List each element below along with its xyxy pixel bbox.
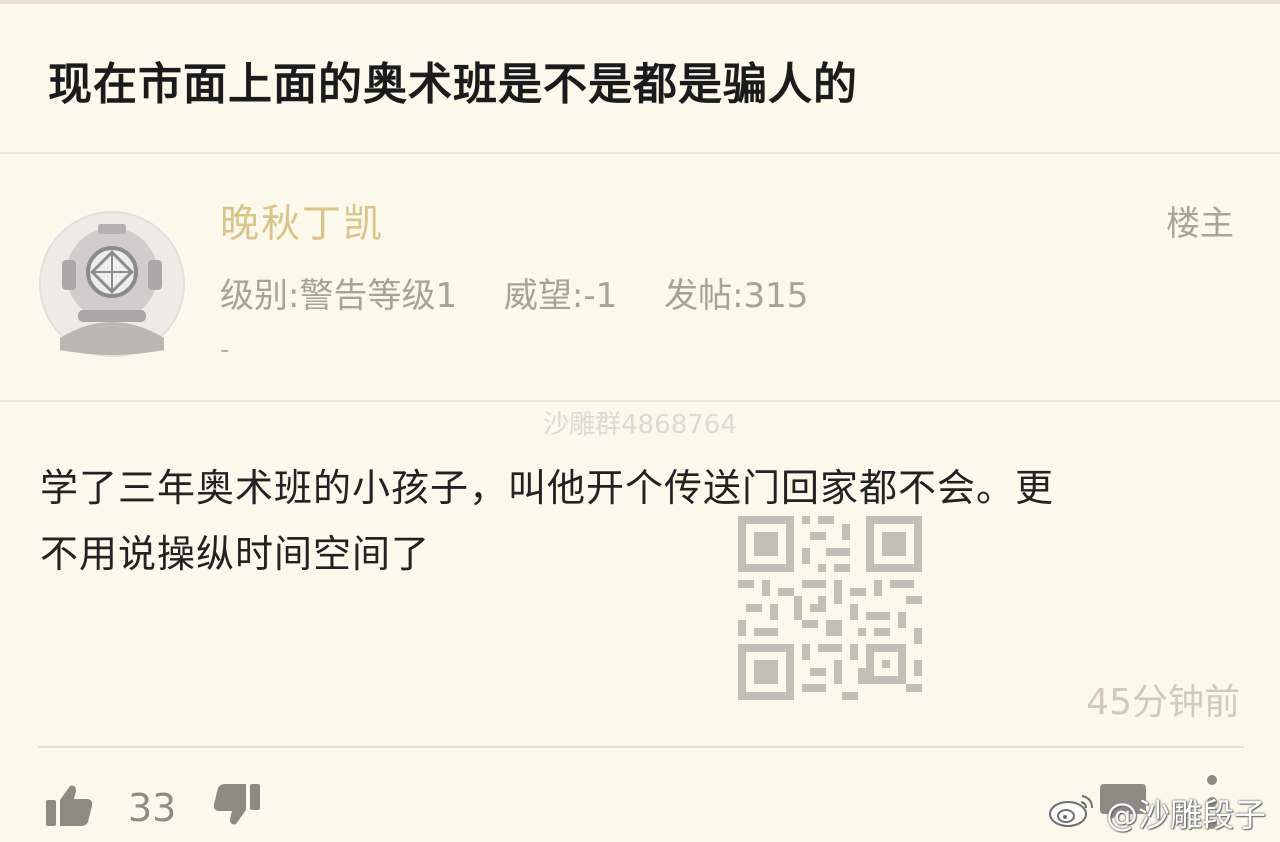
post-body: 学了三年奥术班的小孩子，叫他开个传送门回家都不会。更 不用说操纵时间空间了 xyxy=(40,455,1240,587)
author-prestige: 威望:-1 xyxy=(503,276,618,316)
post-body-line: 学了三年奥术班的小孩子，叫他开个传送门回家都不会。更 xyxy=(40,466,1055,510)
author-post-count: 发帖:315 xyxy=(664,276,809,316)
group-watermark: 沙雕群4868764 xyxy=(543,410,737,440)
diving-helmet-icon[interactable] xyxy=(38,210,186,358)
post-page: 现在市面上面的奥术班是不是都是骗人的 晚秋丁凯 楼主 级别:警告等级1 威望:-… xyxy=(0,0,1280,842)
title-divider xyxy=(0,152,1280,154)
post-body-line: 不用说操纵时间空间了 xyxy=(40,532,431,576)
like-count: 33 xyxy=(128,786,177,830)
thread-title: 现在市面上面的奥术班是不是都是骗人的 xyxy=(48,59,858,110)
thumbs-up-icon[interactable] xyxy=(44,782,94,828)
author-meta: 级别:警告等级1 威望:-1 发帖:315 xyxy=(220,268,808,317)
weibo-logo-icon xyxy=(1049,795,1093,827)
author-signature: - xyxy=(220,335,230,365)
footer-divider xyxy=(38,746,1244,748)
post-time: 45分钟前 xyxy=(1086,682,1240,723)
weibo-watermark: @沙雕段子 xyxy=(1105,796,1266,834)
top-border xyxy=(0,0,1280,4)
qr-code-icon xyxy=(738,516,922,700)
author-name[interactable]: 晚秋丁凯 xyxy=(220,193,384,249)
thumbs-down-icon[interactable] xyxy=(212,782,262,828)
op-badge: 楼主 xyxy=(1166,204,1234,244)
header-divider xyxy=(0,400,1280,402)
author-level: 级别:警告等级1 xyxy=(220,276,458,316)
